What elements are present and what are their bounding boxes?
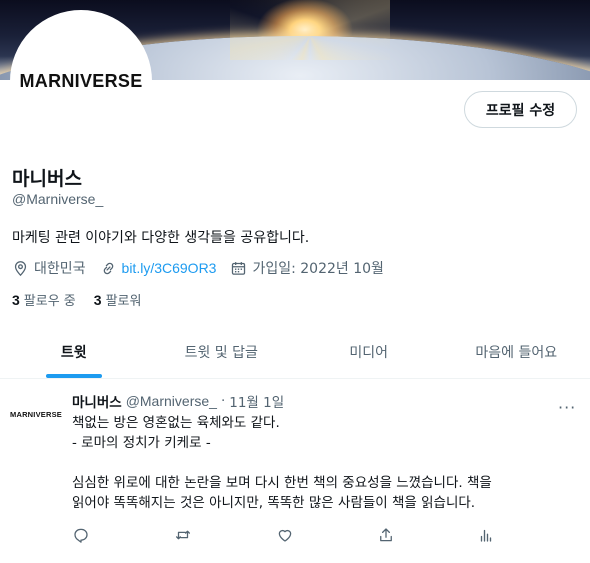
location-text: 대한민국 — [34, 261, 86, 277]
profile-name: 마니버스 — [12, 168, 82, 190]
active-tab-indicator — [45, 374, 102, 378]
tab-label: 미디어 — [349, 344, 389, 361]
share-button[interactable] — [377, 526, 395, 544]
reply-icon — [74, 528, 88, 543]
joined-text: 가입일: 2022년 10월 — [252, 261, 384, 277]
website[interactable]: bit.ly/3C69OR3 — [100, 260, 217, 277]
location-pin-icon — [14, 260, 27, 276]
link-icon — [103, 262, 113, 274]
edit-profile-button[interactable]: 프로필 수정 — [464, 91, 577, 128]
like-icon — [278, 529, 292, 542]
followers-label: 팔로워 — [105, 294, 142, 309]
tweet-author-handle[interactable]: @Marniverse_ — [126, 393, 217, 409]
profile-handle: @Marniverse_ — [12, 191, 104, 207]
tweet-avatar-logo-text: MARNIVERSE — [10, 409, 63, 419]
profile-avatar[interactable]: MARNIVERSE — [10, 10, 152, 152]
tweet-text: 책없는 방은 영혼없는 육체와도 같다. - 로마의 정치가 키케로 - 심심한… — [72, 413, 577, 513]
retweet-button[interactable] — [174, 526, 192, 544]
tab-tweets[interactable]: 트윗 — [0, 325, 148, 378]
tab-label: 트윗 및 답글 — [184, 344, 258, 361]
reply-button[interactable] — [72, 526, 90, 544]
tweet-actions — [72, 526, 512, 546]
retweet-icon — [175, 530, 191, 540]
following-count: 3 — [12, 292, 20, 308]
banner-sunrise — [230, 0, 390, 60]
tweet-header: 마니버스 @Marniverse_ · 11월 1일 — [72, 391, 284, 411]
followers-count: 3 — [93, 292, 102, 308]
joined-date: 가입일: 2022년 10월 — [230, 258, 384, 278]
avatar-logo-text: MARNIVERSE — [19, 70, 143, 91]
profile-meta: 대한민국 bit.ly/3C69OR3 가입일: 2022년 10월 — [12, 258, 398, 278]
tweet-author-name[interactable]: 마니버스 — [72, 391, 122, 411]
tab-label: 마음에 들어요 — [475, 344, 558, 361]
following-label: 팔로우 중 — [23, 294, 76, 309]
followers-link[interactable]: 3 팔로워 — [94, 290, 142, 309]
tweet-line — [72, 453, 577, 473]
analytics-button[interactable] — [477, 526, 495, 544]
tweet-line: 읽어야 똑똑해지는 것은 아니지만, 똑똑한 많은 사람들이 책을 읽습니다. — [72, 495, 476, 511]
follow-stats: 3 팔로우 중 3 팔로워 — [12, 290, 159, 309]
tweet-line: - 로마의 정치가 키케로 - — [72, 435, 211, 451]
tab-label: 트윗 — [60, 344, 87, 361]
website-link[interactable]: bit.ly/3C69OR3 — [122, 260, 217, 276]
following-link[interactable]: 3 팔로우 중 — [12, 290, 76, 309]
profile-bio: 마케팅 관련 이야기와 다양한 생각들을 공유합니다. — [12, 230, 310, 246]
tweet-avatar[interactable]: MARNIVERSE — [10, 405, 63, 423]
tab-likes[interactable]: 마음에 들어요 — [443, 325, 590, 378]
calendar-icon — [232, 261, 246, 275]
profile-tabs: 트윗 트윗 및 답글 미디어 마음에 들어요 — [0, 325, 590, 379]
tweet-line: 심심한 위로에 대한 논란을 보며 다시 한번 책의 중요성을 느꼈습니다. 책… — [72, 475, 492, 491]
share-icon — [380, 528, 392, 542]
tab-media[interactable]: 미디어 — [295, 325, 443, 378]
tweet[interactable]: MARNIVERSE 마니버스 @Marniverse_ · 11월 1일 ··… — [0, 380, 590, 563]
separator-dot: · — [220, 393, 226, 409]
tweet-date[interactable]: 11월 1일 — [229, 391, 284, 411]
location: 대한민국 — [12, 258, 86, 278]
tweet-line: 책없는 방은 영혼없는 육체와도 같다. — [72, 415, 280, 431]
like-button[interactable] — [276, 526, 294, 544]
tab-tweets-and-replies[interactable]: 트윗 및 답글 — [148, 325, 296, 378]
analytics-icon — [480, 529, 492, 542]
